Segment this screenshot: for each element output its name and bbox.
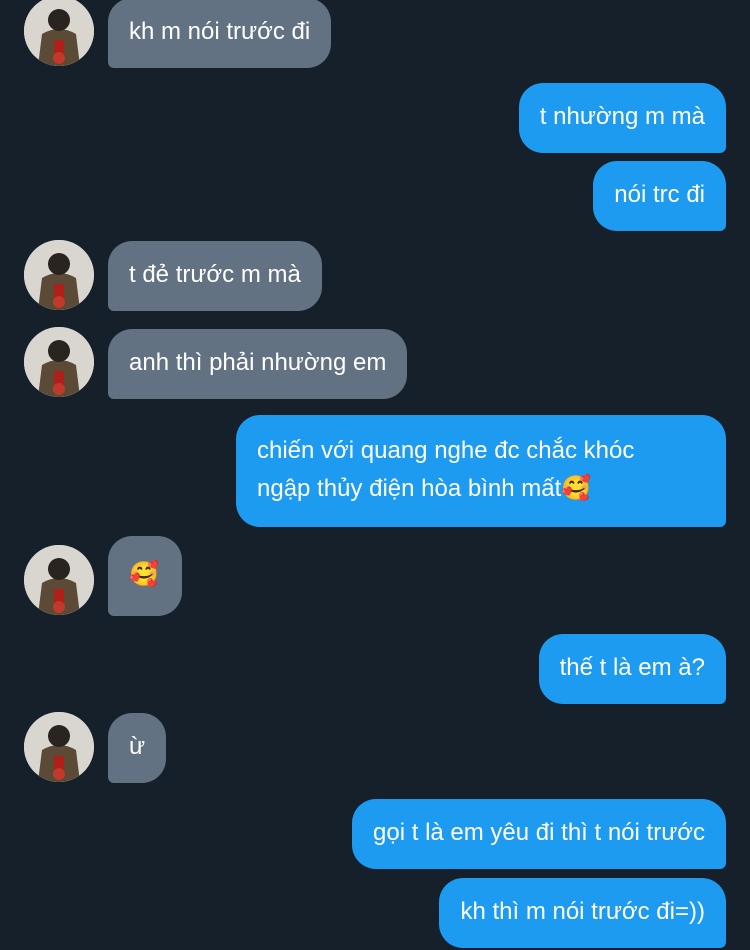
message-bubble-received[interactable]: anh thì phải nhường em	[108, 329, 408, 399]
message-thread: kh m nói trước đi t nhường m mà nói trc …	[0, 0, 750, 950]
message-bubble-sent[interactable]: kh thì m nói trước đi=))	[439, 878, 726, 948]
message-bubble-sent[interactable]: thế t là em à?	[538, 634, 726, 704]
message-text: gọi t là em yêu đi thì t nói trước	[373, 819, 705, 846]
message-text: kh m nói trước đi	[129, 18, 311, 45]
message-text: nói trc đi	[614, 181, 705, 208]
user-avatar-icon[interactable]	[24, 545, 94, 615]
message-bubble-received[interactable]: 🥰	[108, 536, 182, 616]
message-text: anh thì phải nhường em	[129, 349, 387, 376]
message-bubble-sent[interactable]: chiến với quang nghe đc chắc khóc ngập t…	[236, 415, 726, 527]
message-text-line: chiến với quang nghe đc chắc khóc	[257, 437, 635, 464]
message-bubble-received[interactable]: ừ	[108, 713, 166, 783]
message-text-line: ngập thủy điện hòa bình mất🥰	[257, 475, 592, 502]
message-text: t nhường m mà	[539, 103, 705, 130]
message-text: thế t là em à?	[559, 654, 705, 681]
message-bubble-sent[interactable]: t nhường m mà	[518, 83, 726, 153]
message-bubble-received[interactable]: kh m nói trước đi	[108, 0, 332, 68]
message-bubble-sent[interactable]: gọi t là em yêu đi thì t nói trước	[352, 799, 726, 869]
message-text: kh thì m nói trước đi=))	[460, 898, 705, 925]
message-text: 🥰	[129, 561, 159, 588]
user-avatar-icon[interactable]	[24, 0, 94, 66]
user-avatar-icon[interactable]	[24, 712, 94, 782]
user-avatar-icon[interactable]	[24, 327, 94, 397]
message-bubble-received[interactable]: t đẻ trước m mà	[108, 241, 322, 311]
message-bubble-sent[interactable]: nói trc đi	[593, 161, 726, 231]
message-text: t đẻ trước m mà	[129, 261, 301, 288]
user-avatar-icon[interactable]	[24, 240, 94, 310]
message-text: ừ	[129, 733, 146, 760]
